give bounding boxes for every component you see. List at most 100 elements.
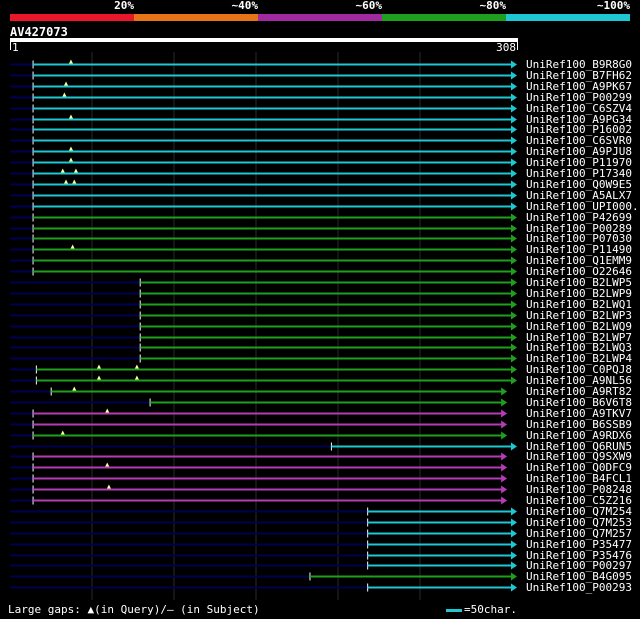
hit-row[interactable] xyxy=(10,343,517,352)
hit-label[interactable]: UniRef100_B6V6T8 xyxy=(526,397,632,408)
hit-row[interactable] xyxy=(10,462,508,472)
hit-label[interactable]: UniRef100_P00293 xyxy=(526,582,632,593)
hit-label[interactable]: UniRef100_C5Z216 xyxy=(526,495,632,506)
hit-label[interactable]: UniRef100_B6SSB9 xyxy=(526,419,632,430)
hit-row[interactable] xyxy=(10,289,517,298)
hit-label[interactable]: UniRef100_B2LWQ1 xyxy=(526,299,632,310)
hit-row[interactable] xyxy=(10,540,517,549)
hit-row[interactable] xyxy=(10,300,517,309)
hit-row[interactable] xyxy=(10,213,517,222)
hit-row[interactable] xyxy=(10,364,517,374)
hit-row[interactable] xyxy=(10,136,517,145)
hit-row[interactable] xyxy=(10,529,517,538)
hit-row[interactable] xyxy=(10,430,508,440)
hit-row[interactable] xyxy=(10,474,508,483)
hit-row[interactable] xyxy=(10,420,508,429)
hit-row[interactable] xyxy=(10,375,517,385)
hit-row[interactable] xyxy=(10,244,517,254)
hit-row[interactable] xyxy=(10,322,517,331)
hit-label[interactable]: UniRef100_B4G095 xyxy=(526,571,632,582)
hit-row[interactable] xyxy=(10,333,517,342)
hit-arrow xyxy=(501,409,508,418)
hit-label[interactable]: UniRef100_P17340 xyxy=(526,168,632,179)
hit-label[interactable]: UniRef100_Q0W9E5 xyxy=(526,179,632,190)
hit-row[interactable] xyxy=(10,81,517,91)
hit-row[interactable] xyxy=(10,157,517,167)
hit-label[interactable]: UniRef100_Q7M254 xyxy=(526,506,632,517)
hit-label[interactable]: UniRef100_C0PQJ8 xyxy=(526,364,632,375)
hit-row[interactable] xyxy=(10,398,508,407)
hit-row[interactable] xyxy=(10,561,517,570)
hit-row[interactable] xyxy=(10,507,517,516)
hit-row[interactable] xyxy=(10,354,517,363)
hit-row[interactable] xyxy=(10,179,517,189)
hit-row[interactable] xyxy=(10,484,508,494)
hit-label[interactable]: UniRef100_Q0DFC9 xyxy=(526,462,632,473)
hit-label[interactable]: UniRef100_B2LWQ3 xyxy=(526,342,632,353)
hit-row[interactable] xyxy=(10,386,508,396)
hit-row[interactable] xyxy=(10,114,517,124)
hit-row[interactable] xyxy=(10,583,517,592)
hit-row[interactable] xyxy=(10,496,508,505)
hit-row[interactable] xyxy=(10,518,517,527)
scale-label: =50char. xyxy=(464,603,517,616)
hit-label[interactable]: UniRef100_P16002 xyxy=(526,124,632,135)
hit-label[interactable]: UniRef100_P42699 xyxy=(526,212,632,223)
hit-label[interactable]: UniRef100_B4FCL1 xyxy=(526,473,632,484)
hit-label[interactable]: UniRef100_UPI000... xyxy=(526,201,640,212)
hit-label[interactable]: UniRef100_P00297 xyxy=(526,560,632,571)
hit-row[interactable] xyxy=(10,452,508,461)
hit-row[interactable] xyxy=(10,572,517,581)
hit-arrow xyxy=(511,551,517,560)
hit-label[interactable]: UniRef100_B2LWQ9 xyxy=(526,321,632,332)
hit-row[interactable] xyxy=(10,551,517,560)
hit-label[interactable]: UniRef100_B7FH62 xyxy=(526,70,632,81)
hit-label[interactable]: UniRef100_P11490 xyxy=(526,244,632,255)
query-gap-marker xyxy=(68,146,73,151)
hit-row[interactable] xyxy=(10,408,508,418)
hit-label[interactable]: UniRef100_B9R8G0 xyxy=(526,59,632,70)
hit-row[interactable] xyxy=(10,256,517,265)
hit-row[interactable] xyxy=(10,146,517,156)
hit-arrow xyxy=(511,104,517,113)
hit-label[interactable]: UniRef100_Q9SXW9 xyxy=(526,451,632,462)
hit-label[interactable]: UniRef100_A9RDX6 xyxy=(526,430,632,441)
hit-label[interactable]: UniRef100_A9PK67 xyxy=(526,81,632,92)
hit-row[interactable] xyxy=(10,125,517,134)
hit-row[interactable] xyxy=(10,104,517,113)
hit-label[interactable]: UniRef100_P08248 xyxy=(526,484,632,495)
hit-label[interactable]: UniRef100_P00299 xyxy=(526,92,632,103)
hit-label[interactable]: UniRef100_B2LWP5 xyxy=(526,277,632,288)
hit-row[interactable] xyxy=(10,59,517,69)
hit-label[interactable]: UniRef100_A9RT82 xyxy=(526,386,632,397)
hit-label[interactable]: UniRef100_A9PJU8 xyxy=(526,146,632,157)
hit-row[interactable] xyxy=(10,234,517,243)
hit-label[interactable]: UniRef100_O22646 xyxy=(526,266,632,277)
hit-label[interactable]: UniRef100_A9NL56 xyxy=(526,375,632,386)
hit-row[interactable] xyxy=(10,267,517,276)
hit-row[interactable] xyxy=(10,442,517,451)
hit-label[interactable]: UniRef100_C6SVR0 xyxy=(526,135,632,146)
hit-row[interactable] xyxy=(10,191,517,200)
hit-row[interactable] xyxy=(10,202,517,211)
hit-label[interactable]: UniRef100_A5ALX7 xyxy=(526,190,632,201)
hit-row[interactable] xyxy=(10,71,517,80)
hit-label[interactable]: UniRef100_P07030 xyxy=(526,233,632,244)
hit-label[interactable]: UniRef100_P35477 xyxy=(526,539,632,550)
hit-row[interactable] xyxy=(10,224,517,233)
query-gap-marker xyxy=(64,81,69,86)
hit-label[interactable]: UniRef100_Q1EMM9 xyxy=(526,255,632,266)
hit-label[interactable]: UniRef100_C6SZV4 xyxy=(526,103,632,114)
hit-label[interactable]: UniRef100_A9TKV7 xyxy=(526,408,632,419)
hit-label[interactable]: UniRef100_Q7M257 xyxy=(526,528,632,539)
hit-label[interactable]: UniRef100_B2LWP4 xyxy=(526,353,632,364)
hit-label[interactable]: UniRef100_P11970 xyxy=(526,157,632,168)
hit-row[interactable] xyxy=(10,311,517,320)
hit-row[interactable] xyxy=(10,278,517,287)
hit-label[interactable]: UniRef100_B2LWP3 xyxy=(526,310,632,321)
hit-row[interactable] xyxy=(10,168,517,178)
hit-label[interactable]: UniRef100_B2LWP9 xyxy=(526,288,632,299)
hit-arrow xyxy=(501,431,508,440)
hit-label[interactable]: UniRef100_Q7M253 xyxy=(526,517,632,528)
hit-row[interactable] xyxy=(10,92,517,102)
